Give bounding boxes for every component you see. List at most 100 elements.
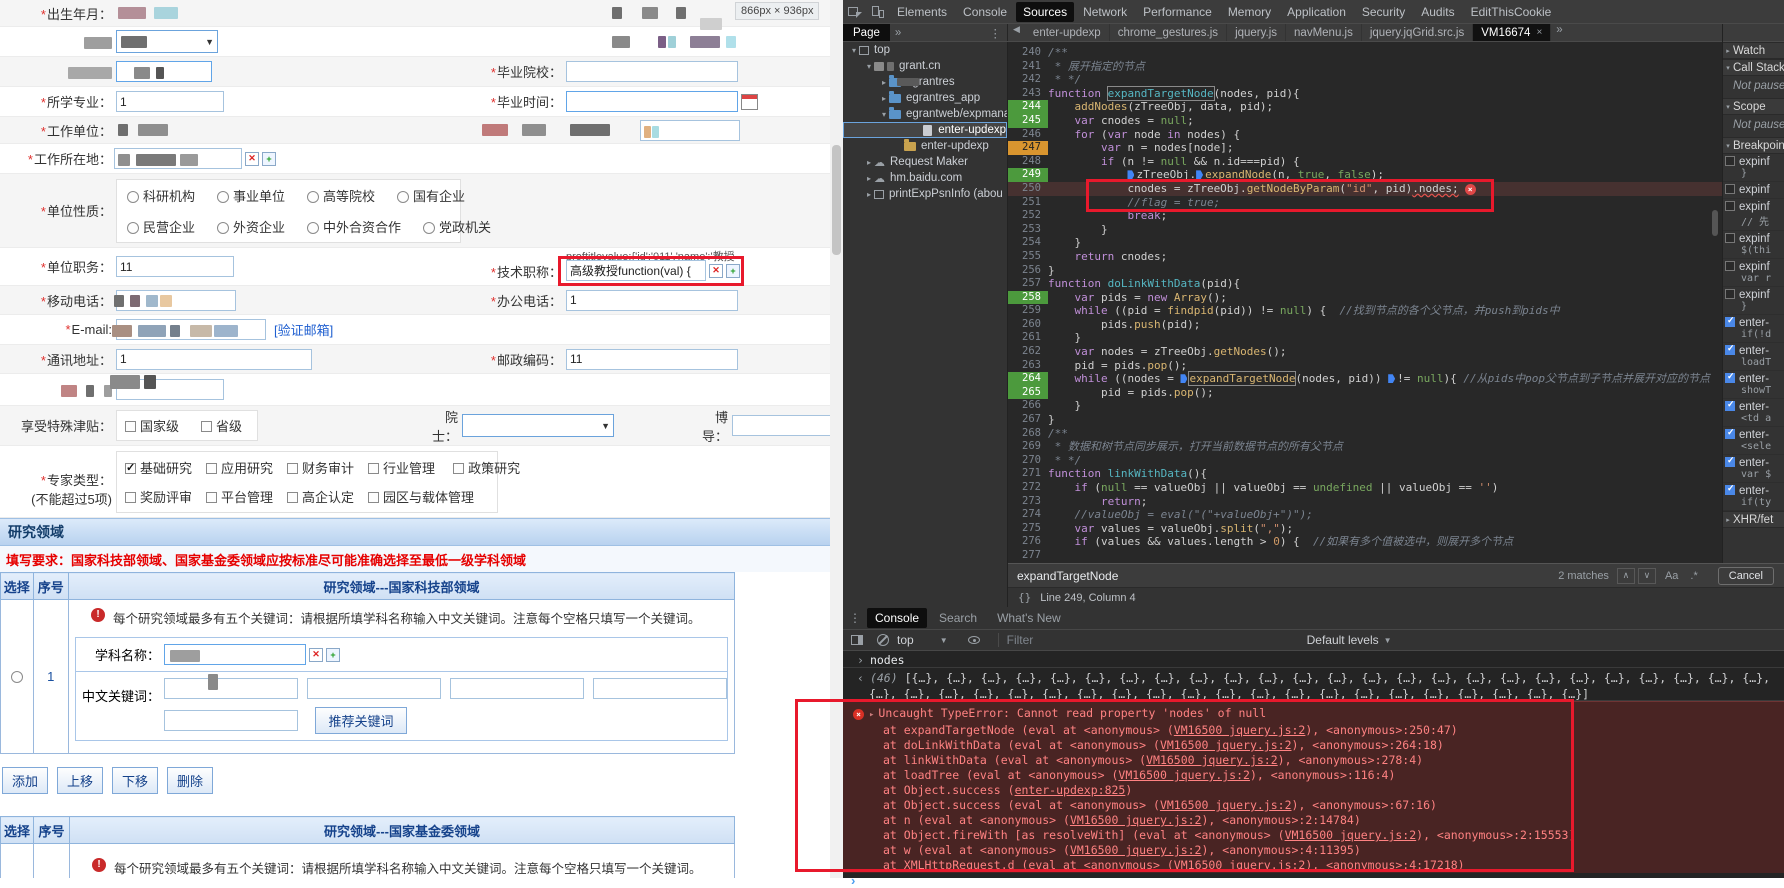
breakpoint-checkbox[interactable] <box>1725 261 1735 271</box>
gutter-line-number[interactable]: 252 <box>1008 209 1048 223</box>
verify-email-link[interactable]: [验证邮箱] <box>274 320 333 339</box>
tab-sources[interactable]: Sources <box>1016 2 1074 22</box>
drawer-tab-whats-new[interactable]: What's New <box>989 608 1069 628</box>
checkbox-expert-audit[interactable]: 财务审计 <box>287 458 354 477</box>
gutter-line-number[interactable]: 242 <box>1008 73 1048 87</box>
code-editor[interactable]: 240/**241 * 展开指定的节点242 * */243function e… <box>1008 42 1722 563</box>
file-tab-vm16674[interactable]: VM16674× <box>1473 24 1551 41</box>
gutter-line-number[interactable]: 254 <box>1008 236 1048 250</box>
inspect-icon[interactable] <box>848 5 862 18</box>
keyword-input-4[interactable] <box>593 678 727 699</box>
breakpoint-checkbox[interactable] <box>1725 457 1735 467</box>
gutter-line-number[interactable]: 275 <box>1008 522 1048 536</box>
checkbox-expert-hitech[interactable]: 高企认定 <box>287 487 354 506</box>
gutter-line-number[interactable]: 251 <box>1008 196 1048 210</box>
delete-button[interactable]: 删除 <box>167 767 213 794</box>
tree-item-hm-baidu-com[interactable]: ▸☁hm.baidu.com <box>843 170 1007 186</box>
gutter-line-number[interactable]: 248 <box>1008 155 1048 169</box>
row-select-radio[interactable] <box>11 671 23 683</box>
gutter-line-number[interactable]: 258 <box>1008 291 1048 305</box>
file-tab-navmenu[interactable]: navMenu.js <box>1286 24 1362 41</box>
context-selector[interactable]: top▼ <box>897 633 948 647</box>
breakpoint-checkbox[interactable] <box>1725 429 1735 439</box>
tree-item-enter-updexp[interactable]: enter-updexp <box>843 138 1007 154</box>
tab-audits[interactable]: Audits <box>1414 2 1461 22</box>
breakpoint-checkbox[interactable] <box>1725 156 1735 166</box>
stack-link[interactable]: VM16500 jquery.js:2 <box>1146 753 1278 767</box>
doctoral-input[interactable] <box>732 415 832 436</box>
choose-icon[interactable]: + <box>726 264 740 278</box>
gutter-line-number[interactable]: 265 <box>1008 386 1048 400</box>
file-tab-jqgrid[interactable]: jquery.jqGrid.src.js <box>1362 24 1473 41</box>
gutter-line-number[interactable]: 249 <box>1008 168 1048 182</box>
major-input[interactable] <box>116 91 224 112</box>
gutter-line-number[interactable]: 243 <box>1008 87 1048 101</box>
breakpoint-checkbox[interactable] <box>1725 345 1735 355</box>
gutter-line-number[interactable]: 259 <box>1008 304 1048 318</box>
breakpoint-entry-6[interactable]: enter-if(!d <box>1723 315 1784 343</box>
console-sidebar-icon[interactable] <box>851 635 863 645</box>
cancel-button[interactable]: Cancel <box>1718 567 1774 585</box>
gutter-line-number[interactable]: 253 <box>1008 223 1048 237</box>
gutter-line-number[interactable]: 256 <box>1008 264 1048 278</box>
gutter-line-number[interactable]: 250 <box>1008 182 1048 196</box>
calendar-icon[interactable] <box>741 94 758 110</box>
clear-icon[interactable]: ✕ <box>309 648 323 662</box>
tab-scroll-left-icon[interactable]: ◀ <box>1008 24 1025 41</box>
editor-scrollbar-thumb[interactable] <box>1712 210 1718 236</box>
live-expression-icon[interactable] <box>968 636 980 644</box>
gutter-line-number[interactable]: 269 <box>1008 440 1048 454</box>
device-toolbar-icon[interactable] <box>872 5 884 18</box>
radio-nature-6[interactable]: 中外合资合作 <box>307 217 401 236</box>
clear-console-icon[interactable] <box>877 634 889 646</box>
checkbox-expert-award[interactable]: 奖励评审 <box>125 487 192 506</box>
choose-icon[interactable]: + <box>262 152 276 166</box>
next-match-icon[interactable]: ∨ <box>1638 568 1656 584</box>
keyword-input-2[interactable] <box>307 678 441 699</box>
gutter-line-number[interactable]: 260 <box>1008 318 1048 332</box>
gutter-line-number[interactable]: 267 <box>1008 413 1048 427</box>
gutter-line-number[interactable]: 246 <box>1008 128 1048 142</box>
console-filter-input[interactable] <box>1007 633 1307 647</box>
gutter-line-number[interactable]: 270 <box>1008 454 1048 468</box>
gradtime-input[interactable] <box>566 91 738 112</box>
gutter-line-number[interactable]: 240 <box>1008 46 1048 60</box>
drawer-tab-search[interactable]: Search <box>931 608 985 628</box>
stack-link[interactable]: VM16500 jquery.js:2 <box>1070 843 1202 857</box>
more-file-tabs-icon[interactable]: » <box>1551 24 1567 41</box>
previous-match-icon[interactable]: ∧ <box>1617 568 1635 584</box>
choose-icon[interactable]: + <box>326 648 340 662</box>
breakpoint-entry-9[interactable]: enter-<td a <box>1723 399 1784 427</box>
tree-item-request-maker[interactable]: ▸☁Request Maker <box>843 154 1007 170</box>
breakpoint-entry-5[interactable]: expinf} <box>1723 287 1784 315</box>
recommend-keywords-button[interactable]: 推荐关键词 <box>315 707 407 734</box>
zip-input[interactable] <box>566 349 738 370</box>
radio-nature-3[interactable]: 国有企业 <box>397 186 465 205</box>
breakpoint-entry-2[interactable]: expinf// 先 <box>1723 199 1784 231</box>
tab-application[interactable]: Application <box>1280 2 1353 22</box>
drawer-menu-icon[interactable]: ⋮ <box>843 611 867 625</box>
gutter-line-number[interactable]: 263 <box>1008 359 1048 373</box>
gutter-line-number[interactable]: 266 <box>1008 399 1048 413</box>
breakpoint-entry-8[interactable]: enter-showT <box>1723 371 1784 399</box>
console-error-entry[interactable]: ×▸Uncaught TypeError: Cannot read proper… <box>843 701 1784 873</box>
breakpoint-entry-0[interactable]: expinf} <box>1723 154 1784 182</box>
add-button[interactable]: 添加 <box>2 767 48 794</box>
stack-link[interactable]: VM16500 jquery.js:2 <box>1174 723 1306 737</box>
gutter-line-number[interactable]: 247 <box>1008 141 1048 155</box>
tab-security[interactable]: Security <box>1355 2 1412 22</box>
more-tabs-icon[interactable]: » <box>890 27 906 39</box>
file-tab-jquery[interactable]: jquery.js <box>1227 24 1286 41</box>
tree-item-enter-updexp[interactable]: enter-updexp <box>843 122 1007 138</box>
scrollbar-thumb[interactable] <box>832 145 841 255</box>
gutter-line-number[interactable]: 262 <box>1008 345 1048 359</box>
breakpoint-checkbox[interactable] <box>1725 184 1735 194</box>
breakpoints-section[interactable]: ▾Breakpoints <box>1723 137 1784 154</box>
title-input[interactable] <box>566 260 706 281</box>
keyword-input-1[interactable] <box>164 678 298 699</box>
stack-link[interactable]: VM16500 jquery.js:2 <box>1118 768 1250 782</box>
clear-icon[interactable]: ✕ <box>245 152 259 166</box>
redacted-select[interactable]: ▼ <box>116 30 218 53</box>
pretty-print-icon[interactable]: {} <box>1018 591 1031 604</box>
academician-select[interactable]: ▼ <box>462 414 614 437</box>
